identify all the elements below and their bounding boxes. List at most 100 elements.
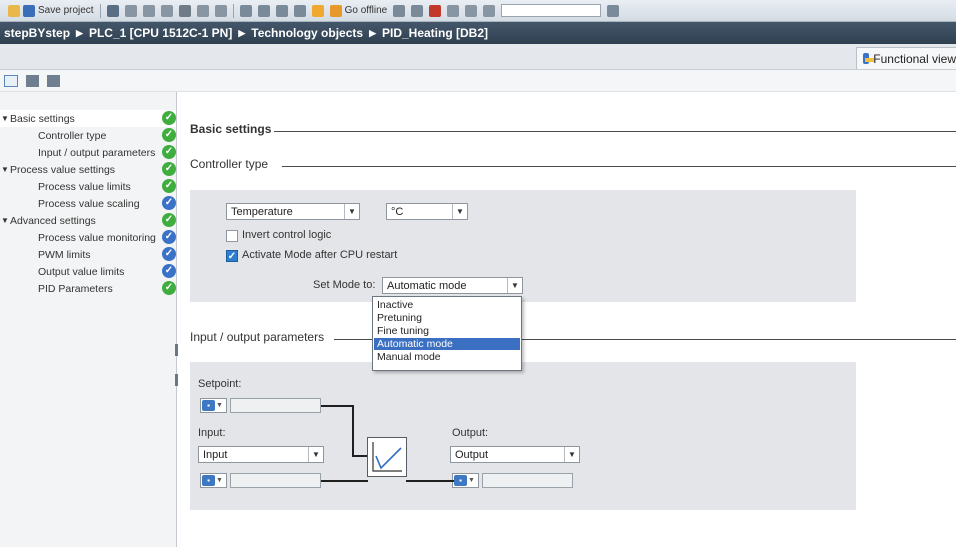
go-online-icon[interactable]	[311, 4, 324, 17]
upload-icon[interactable]	[275, 4, 288, 17]
cut-icon[interactable]	[124, 4, 137, 17]
download-icon[interactable]	[257, 4, 270, 17]
parameter-view-icon[interactable]	[47, 74, 60, 87]
save-project-button[interactable]: Save project	[8, 4, 94, 17]
output-pointer-button[interactable]: ▪ ▼	[452, 473, 479, 488]
go-offline-button[interactable]: Go offline	[329, 4, 387, 17]
chevron-down-icon: ▼	[216, 477, 223, 484]
nav-process-value-scaling[interactable]: Process value scaling	[0, 195, 176, 212]
input-dropdown[interactable]: Input ▼	[198, 446, 324, 463]
pid-response-icon	[372, 442, 402, 472]
chevron-down-icon: ▼	[216, 402, 223, 409]
toolbar-separator	[99, 3, 101, 18]
chevron-down-icon: ▼	[468, 477, 475, 484]
search-project-field[interactable]	[501, 4, 602, 17]
breadcrumb-separator-icon: ▶	[238, 27, 246, 38]
redo-icon[interactable]	[214, 4, 227, 17]
accessible-devices-icon[interactable]	[393, 4, 406, 17]
nav-process-value-limits[interactable]: Process value limits	[0, 178, 176, 195]
breadcrumb-technology-objects[interactable]: Technology objects	[251, 26, 363, 40]
unit-dropdown[interactable]: °C ▼	[386, 203, 468, 220]
chevron-down-icon[interactable]: ▼	[507, 278, 522, 293]
nav-item-label: Process value settings	[10, 163, 116, 176]
chevron-down-icon[interactable]: ▼	[452, 204, 467, 219]
breadcrumb-separator-icon: ▶	[76, 27, 83, 38]
status-ok-icon: ✓	[162, 145, 176, 159]
functional-view-tab[interactable]: Functional view	[856, 47, 956, 69]
set-mode-dropdown[interactable]: Automatic mode ▼	[382, 277, 523, 294]
nav-process-value-monitoring[interactable]: Process value monitoring	[0, 229, 176, 246]
settings-navigation: ▼ Basic settings Controller type Input /…	[0, 92, 177, 547]
activate-mode-checkbox[interactable]: ✓	[226, 250, 238, 262]
chevron-down-icon[interactable]: ▼	[308, 447, 323, 462]
expand-triangle-icon[interactable]: ▼	[0, 165, 10, 174]
paste-icon[interactable]	[160, 4, 173, 17]
breadcrumb-project[interactable]: stepBYstep	[4, 26, 70, 40]
delete-icon[interactable]	[178, 4, 191, 17]
nav-pwm-limits[interactable]: PWM limits	[0, 246, 176, 263]
view-bar: Functional view	[0, 44, 956, 70]
setpoint-label: Setpoint:	[198, 378, 242, 390]
setpoint-field[interactable]	[230, 398, 321, 413]
simulation-icon[interactable]	[293, 4, 306, 17]
set-mode-label: Set Mode to:	[313, 279, 376, 291]
nav-item-label: Process value limits	[38, 180, 131, 193]
table-view-icon[interactable]	[26, 74, 39, 87]
toolbar-separator	[232, 3, 234, 18]
start-cpu-icon[interactable]	[411, 4, 424, 17]
overview-icon[interactable]	[4, 74, 18, 87]
input-wire	[321, 480, 368, 482]
stop-cpu-icon[interactable]	[429, 4, 442, 17]
mode-option-pretuning[interactable]: Pretuning	[374, 312, 520, 324]
controller-type-dropdown[interactable]: Temperature ▼	[226, 203, 360, 220]
print-icon[interactable]	[106, 4, 119, 17]
status-ok-icon: ✓	[162, 162, 176, 176]
mode-option-inactive[interactable]: Inactive	[374, 299, 520, 311]
nav-item-label: Process value scaling	[38, 197, 140, 210]
input-field[interactable]	[230, 473, 321, 488]
breadcrumb-pid-heating[interactable]: PID_Heating [DB2]	[382, 26, 488, 40]
nav-process-value-settings[interactable]: ▼ Process value settings	[0, 161, 176, 178]
mode-option-automatic-mode[interactable]: Automatic mode	[374, 338, 520, 350]
breadcrumb-plc[interactable]: PLC_1 [CPU 1512C-1 PN]	[89, 26, 232, 40]
status-default-icon: ✓	[162, 247, 176, 261]
expand-triangle-icon[interactable]: ▼	[0, 114, 10, 123]
breadcrumb-separator-icon: ▶	[369, 27, 376, 38]
nav-advanced-settings[interactable]: ▼ Advanced settings	[0, 212, 176, 229]
split-editor-vertical-icon[interactable]	[483, 4, 496, 17]
nav-item-label: Output value limits	[38, 265, 125, 278]
setpoint-wire	[321, 405, 354, 407]
nav-controller-type[interactable]: Controller type	[0, 127, 176, 144]
nav-item-label: PID Parameters	[38, 282, 113, 295]
output-field[interactable]	[482, 473, 573, 488]
compile-icon[interactable]	[239, 4, 252, 17]
output-dropdown[interactable]: Output ▼	[450, 446, 580, 463]
editor-toolbar	[0, 70, 956, 92]
search-icon[interactable]	[607, 4, 620, 17]
nav-basic-settings[interactable]: ▼ Basic settings	[0, 110, 176, 127]
folder-icon	[8, 4, 20, 17]
nav-output-value-limits[interactable]: Output value limits	[0, 263, 176, 280]
invert-control-logic-checkbox[interactable]	[226, 230, 238, 242]
chevron-down-icon[interactable]: ▼	[564, 447, 579, 462]
status-ok-icon: ✓	[162, 111, 176, 125]
section-divider	[274, 131, 956, 132]
undo-icon[interactable]	[196, 4, 209, 17]
setpoint-pointer-button[interactable]: ▪ ▼	[200, 398, 227, 413]
status-ok-icon: ✓	[162, 128, 176, 142]
expand-triangle-icon[interactable]: ▼	[0, 216, 10, 225]
status-default-icon: ✓	[162, 264, 176, 278]
io-parameters-heading: Input / output parameters	[190, 330, 325, 344]
save-icon	[23, 4, 35, 17]
split-editor-icon[interactable]	[465, 4, 478, 17]
input-pointer-button[interactable]: ▪ ▼	[200, 473, 227, 488]
section-divider	[282, 166, 956, 167]
chevron-down-icon[interactable]: ▼	[344, 204, 359, 219]
functional-view-icon	[863, 53, 874, 64]
nav-pid-parameters[interactable]: PID Parameters	[0, 280, 176, 297]
mode-option-fine-tuning[interactable]: Fine tuning	[374, 325, 520, 337]
copy-icon[interactable]	[142, 4, 155, 17]
close-icon[interactable]	[447, 4, 460, 17]
mode-option-manual-mode[interactable]: Manual mode	[374, 351, 520, 363]
nav-input-output-parameters[interactable]: Input / output parameters	[0, 144, 176, 161]
